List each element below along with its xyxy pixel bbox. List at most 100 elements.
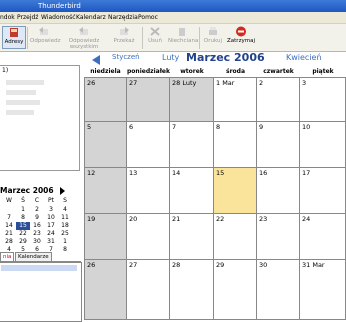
next-month-arrow-icon[interactable] <box>60 187 65 195</box>
address-book-icon <box>10 28 18 37</box>
print-icon <box>209 27 217 35</box>
mini-day-cell[interactable]: 31 <box>44 238 58 246</box>
mini-day-cell[interactable]: 18 <box>58 222 72 230</box>
stop-button[interactable]: Zatrzymaj <box>226 26 256 44</box>
day-cell[interactable]: 1 Mar <box>214 77 257 122</box>
addresses-button[interactable]: Adresy <box>2 26 26 49</box>
mini-day-cell[interactable]: 1 <box>58 238 72 246</box>
day-cell[interactable]: 8 <box>214 122 257 168</box>
day-number: 9 <box>259 123 264 131</box>
reply-all-button[interactable]: Odpowiedz wszystkim <box>62 26 106 50</box>
menu-tools[interactable]: Narzędzia <box>108 12 138 23</box>
day-number: 31 Mar <box>302 261 325 269</box>
forward-button[interactable]: Przekaż <box>110 26 138 44</box>
mini-day-cell[interactable]: 16 <box>30 222 44 230</box>
nav-prev-month[interactable]: Styczeń <box>112 53 140 61</box>
mini-day-cell[interactable]: 4 <box>58 206 72 214</box>
day-cell[interactable]: 13 <box>127 168 170 214</box>
mini-day-cell[interactable]: 15 <box>16 222 30 230</box>
menu-bar: ndok Przejdź Wiadomość Kalendarz Narzędz… <box>0 12 346 24</box>
day-cell[interactable]: 28 <box>170 260 214 320</box>
tab-panel <box>0 262 82 322</box>
day-cell[interactable]: 17 <box>300 168 346 214</box>
day-cell[interactable]: 3 <box>300 77 346 122</box>
day-number: 5 <box>87 123 92 131</box>
mini-day-cell[interactable]: 28 <box>2 238 16 246</box>
day-number: 3 <box>302 79 307 87</box>
mini-day-cell[interactable]: 24 <box>44 230 58 238</box>
day-cell[interactable]: 26 <box>84 77 127 122</box>
day-cell[interactable]: 10 <box>300 122 346 168</box>
day-number: 12 <box>87 169 96 177</box>
menu-help[interactable]: Pomoc <box>138 12 158 23</box>
mini-day-cell[interactable]: 8 <box>16 214 30 222</box>
tab-calendars[interactable]: Kalendarze <box>15 252 52 261</box>
menu-file[interactable]: ndok <box>0 12 15 23</box>
current-month-title: Marzec 2006 <box>186 51 265 64</box>
day-cell[interactable]: 23 <box>257 214 300 260</box>
reply-button[interactable]: Odpowiedz <box>30 26 60 44</box>
mini-day-cell[interactable] <box>2 206 16 214</box>
mini-day-cell[interactable]: 21 <box>2 230 16 238</box>
print-button[interactable]: Drukuj <box>202 26 224 44</box>
day-cell[interactable]: 30 <box>257 260 300 320</box>
weekday-header: piątek <box>312 68 334 75</box>
mini-weekday-label: W <box>6 197 12 204</box>
toolbar-separator <box>27 27 28 49</box>
day-cell[interactable]: 27 <box>127 260 170 320</box>
nav-prev-month-2[interactable]: Luty <box>162 53 179 62</box>
day-cell[interactable]: 12 <box>84 168 127 214</box>
day-cell[interactable]: 28 Luty <box>170 77 214 122</box>
mini-day-cell[interactable]: 2 <box>30 206 44 214</box>
mini-day-cell[interactable]: 22 <box>16 230 30 238</box>
day-cell[interactable]: 14 <box>170 168 214 214</box>
mini-day-cell[interactable]: 30 <box>30 238 44 246</box>
mini-day-cell[interactable]: 14 <box>2 222 16 230</box>
prev-arrow-icon[interactable] <box>92 55 100 65</box>
mini-day-cell[interactable]: 3 <box>44 206 58 214</box>
menu-calendar[interactable]: Kalendarz <box>76 12 106 23</box>
nav-next-month[interactable]: Kwiecień <box>286 53 322 62</box>
tab-tasks[interactable]: nia <box>0 252 15 261</box>
day-cell[interactable]: 27 <box>127 77 170 122</box>
mini-day-cell[interactable]: 23 <box>30 230 44 238</box>
mini-day-cell[interactable]: 9 <box>30 214 44 222</box>
day-number: 27 <box>129 79 138 87</box>
day-cell[interactable]: 5 <box>84 122 127 168</box>
reply-all-icon <box>79 27 88 35</box>
day-cell[interactable]: 31 Mar <box>300 260 346 320</box>
blurred-item <box>6 80 44 85</box>
day-cell[interactable]: 19 <box>84 214 127 260</box>
mini-day-cell[interactable]: 25 <box>58 230 72 238</box>
delete-button[interactable]: Usuń <box>145 26 165 44</box>
day-cell[interactable]: 16 <box>257 168 300 214</box>
menu-message[interactable]: Wiadomość <box>41 12 76 23</box>
day-cell[interactable]: 2 <box>257 77 300 122</box>
day-cell[interactable]: 21 <box>170 214 214 260</box>
day-cell[interactable]: 22 <box>214 214 257 260</box>
day-cell[interactable]: 6 <box>127 122 170 168</box>
mini-day-cell[interactable]: 7 <box>2 214 16 222</box>
day-number: 8 <box>216 123 221 131</box>
folder-tree[interactable]: 1) <box>0 65 80 171</box>
menu-go[interactable]: Przejdź <box>17 12 38 23</box>
selected-list-item[interactable] <box>1 265 77 271</box>
day-cell[interactable]: 7 <box>170 122 214 168</box>
junk-button[interactable]: Niechciana <box>168 26 198 44</box>
folder-tree-fragment: 1) <box>2 67 9 74</box>
day-cell[interactable]: 26 <box>84 260 127 320</box>
mini-day-cell[interactable]: 10 <box>44 214 58 222</box>
mini-day-cell[interactable]: 11 <box>58 214 72 222</box>
day-cell[interactable]: 24 <box>300 214 346 260</box>
day-cell[interactable]: 29 <box>214 260 257 320</box>
day-cell[interactable]: 9 <box>257 122 300 168</box>
day-number: 14 <box>172 169 181 177</box>
mini-day-cell[interactable]: 29 <box>16 238 30 246</box>
day-cell[interactable]: 15 <box>214 168 257 214</box>
day-cell[interactable]: 20 <box>127 214 170 260</box>
weekday-header: wtorek <box>180 68 204 75</box>
weekday-header: poniedziałek <box>127 68 170 75</box>
mini-day-cell[interactable]: 17 <box>44 222 58 230</box>
day-number: 24 <box>302 215 311 223</box>
mini-day-cell[interactable]: 1 <box>16 206 30 214</box>
